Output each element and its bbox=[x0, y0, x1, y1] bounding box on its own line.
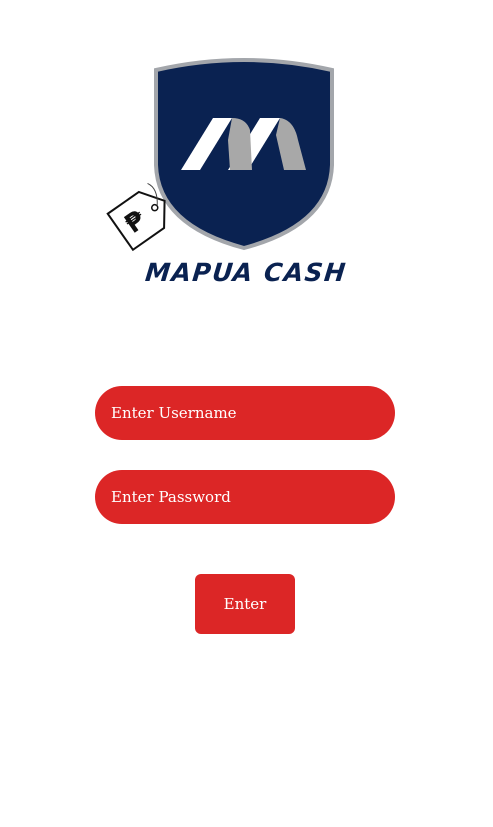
username-input[interactable] bbox=[95, 386, 395, 440]
enter-button[interactable]: Enter bbox=[195, 574, 295, 634]
brand-name: MAPUA CASH bbox=[143, 258, 349, 287]
password-input[interactable] bbox=[95, 470, 395, 524]
app-logo: ₱ MAPUA CASH bbox=[0, 0, 493, 300]
shield-logo-icon: ₱ bbox=[106, 58, 334, 252]
